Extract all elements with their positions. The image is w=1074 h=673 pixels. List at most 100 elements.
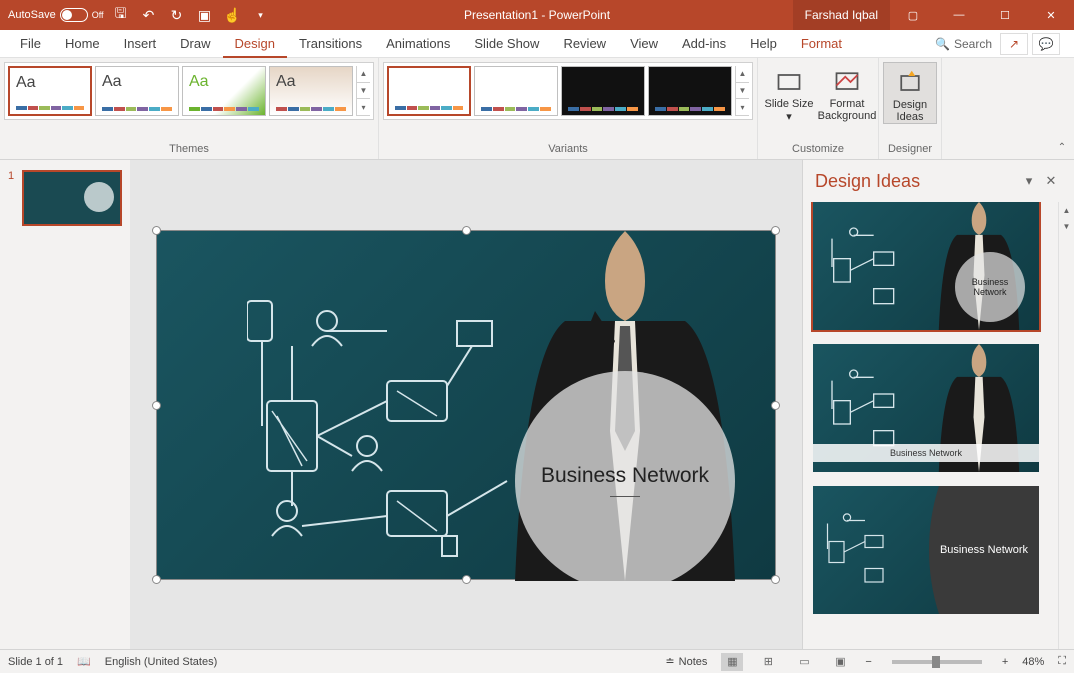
ribbon-display-icon[interactable]: ▢ [890,0,936,30]
tab-file[interactable]: File [8,30,53,58]
search-box[interactable]: 🔍 Search [927,37,1000,51]
slide-size-button[interactable]: Slide Size ▾ [762,62,816,123]
collapse-ribbon-icon[interactable]: ⌃ [1050,58,1074,159]
slideshow-view-icon[interactable]: ▣ [829,653,851,671]
zoom-in-button[interactable]: + [1002,656,1008,668]
themes-gallery[interactable]: Aa Aa Aa Aa ▲▼▾ [4,62,374,120]
theme-swatch[interactable]: Aa [95,66,179,116]
tab-insert[interactable]: Insert [112,30,169,58]
pane-close-icon[interactable]: ✕ [1040,170,1062,192]
tab-review[interactable]: Review [551,30,618,58]
language-indicator[interactable]: English (United States) [105,656,218,668]
theme-swatch[interactable]: Aa [8,66,92,116]
format-bg-icon [832,68,862,96]
tab-format[interactable]: Format [789,30,854,58]
pane-scrollbar[interactable]: ▲ ▼ [1058,202,1074,649]
comment-icon: 💬 [1039,37,1054,51]
qat-more-icon[interactable]: ▾ [250,4,272,26]
minimize-icon[interactable]: — [936,0,982,30]
variant-swatch[interactable] [561,66,645,116]
themes-group-label: Themes [4,141,374,159]
share-icon: ↗ [1009,37,1019,51]
design-ideas-icon [895,69,925,97]
design-ideas-label: Design Ideas [884,99,936,123]
tab-animations[interactable]: Animations [374,30,462,58]
variant-swatch[interactable] [474,66,558,116]
autosave-toggle[interactable]: AutoSave Off [8,8,104,22]
workspace: 1 ↻ [0,160,1074,649]
variant-swatch[interactable] [648,66,732,116]
tab-view[interactable]: View [618,30,670,58]
reading-view-icon[interactable]: ▭ [793,653,815,671]
tab-slideshow[interactable]: Slide Show [462,30,551,58]
network-thumb-icon [823,504,913,594]
design-idea-card[interactable]: Business Network [813,486,1039,614]
idea-title: Business Network [955,252,1025,322]
thumbnail-number: 1 [8,170,18,226]
tab-help[interactable]: Help [738,30,789,58]
touch-mode-icon[interactable]: ☝ [222,4,244,26]
gallery-scroll[interactable]: ▲▼▾ [735,66,749,116]
zoom-level[interactable]: 48% [1022,656,1044,668]
close-icon[interactable]: ✕ [1028,0,1074,30]
comments-button[interactable]: 💬 [1032,33,1060,55]
fit-to-window-icon[interactable]: ⛶ [1058,655,1066,668]
undo-icon[interactable]: ↶ [138,4,160,26]
share-button[interactable]: ↗ [1000,33,1028,55]
variant-swatch[interactable] [387,66,471,116]
pane-title: Design Ideas [815,171,1018,192]
scroll-down-icon[interactable]: ▼ [1059,218,1074,234]
variants-gallery[interactable]: ▲▼▾ [383,62,753,120]
slide-title-circle: Business Network [515,371,735,591]
maximize-icon[interactable]: ☐ [982,0,1028,30]
ribbon-tabs: File Home Insert Draw Design Transitions… [0,30,1074,58]
format-background-button[interactable]: Format Background [820,62,874,122]
tab-home[interactable]: Home [53,30,112,58]
tab-design[interactable]: Design [223,30,287,58]
slide-thumbnails: 1 [0,160,130,649]
design-idea-card[interactable]: Business Network [813,202,1039,330]
sorter-view-icon[interactable]: ⊞ [757,653,779,671]
theme-swatch[interactable]: Aa [269,66,353,116]
search-label: Search [954,37,992,51]
slide-thumbnail[interactable] [22,170,122,226]
design-idea-card[interactable]: Business Network [813,344,1039,472]
tab-draw[interactable]: Draw [168,30,222,58]
network-thumb-icon [827,222,927,312]
search-icon: 🔍 [935,37,950,51]
tab-transitions[interactable]: Transitions [287,30,374,58]
user-account[interactable]: Farshad Iqbal [793,0,890,30]
resize-handle[interactable] [152,575,161,584]
designer-group-label: Designer [883,141,937,159]
customize-group-label: Customize [762,141,874,159]
gallery-scroll[interactable]: ▲▼▾ [356,66,370,116]
save-icon[interactable]: 🖫 [110,4,132,26]
resize-handle[interactable] [152,401,161,410]
zoom-slider[interactable] [892,660,982,664]
slide-canvas-area: ↻ [130,160,802,649]
from-beginning-icon[interactable]: ▣ [194,4,216,26]
normal-view-icon[interactable]: ▦ [721,653,743,671]
slide-title-text: Business Network [541,464,709,488]
idea-title: Business Network [813,444,1039,462]
resize-handle[interactable] [152,226,161,235]
design-ideas-pane: Design Ideas ▾ ✕ Business Network Busine… [802,160,1074,649]
document-title: Presentation1 - PowerPoint [464,8,610,22]
design-ideas-button[interactable]: Design Ideas [883,62,937,124]
slide-size-label: Slide Size ▾ [762,98,816,123]
zoom-out-button[interactable]: − [865,656,871,668]
variants-group-label: Variants [383,141,753,159]
title-bar: AutoSave Off 🖫 ↶ ↻ ▣ ☝ ▾ Presentation1 -… [0,0,1074,30]
scroll-up-icon[interactable]: ▲ [1059,202,1074,218]
design-ideas-list[interactable]: Business Network Business Network Busine… [803,202,1058,649]
tab-addins[interactable]: Add-ins [670,30,738,58]
slide[interactable]: Business Network [156,230,776,580]
network-thumb-icon [827,364,927,454]
pane-options-icon[interactable]: ▾ [1018,170,1040,192]
theme-swatch[interactable]: Aa [182,66,266,116]
redo-icon[interactable]: ↻ [166,4,188,26]
notes-button[interactable]: ≐ Notes [665,655,707,668]
slide-counter[interactable]: Slide 1 of 1 [8,656,63,668]
spellcheck-icon[interactable]: 📖 [77,655,91,668]
ribbon: Aa Aa Aa Aa ▲▼▾ Themes [0,58,1074,160]
